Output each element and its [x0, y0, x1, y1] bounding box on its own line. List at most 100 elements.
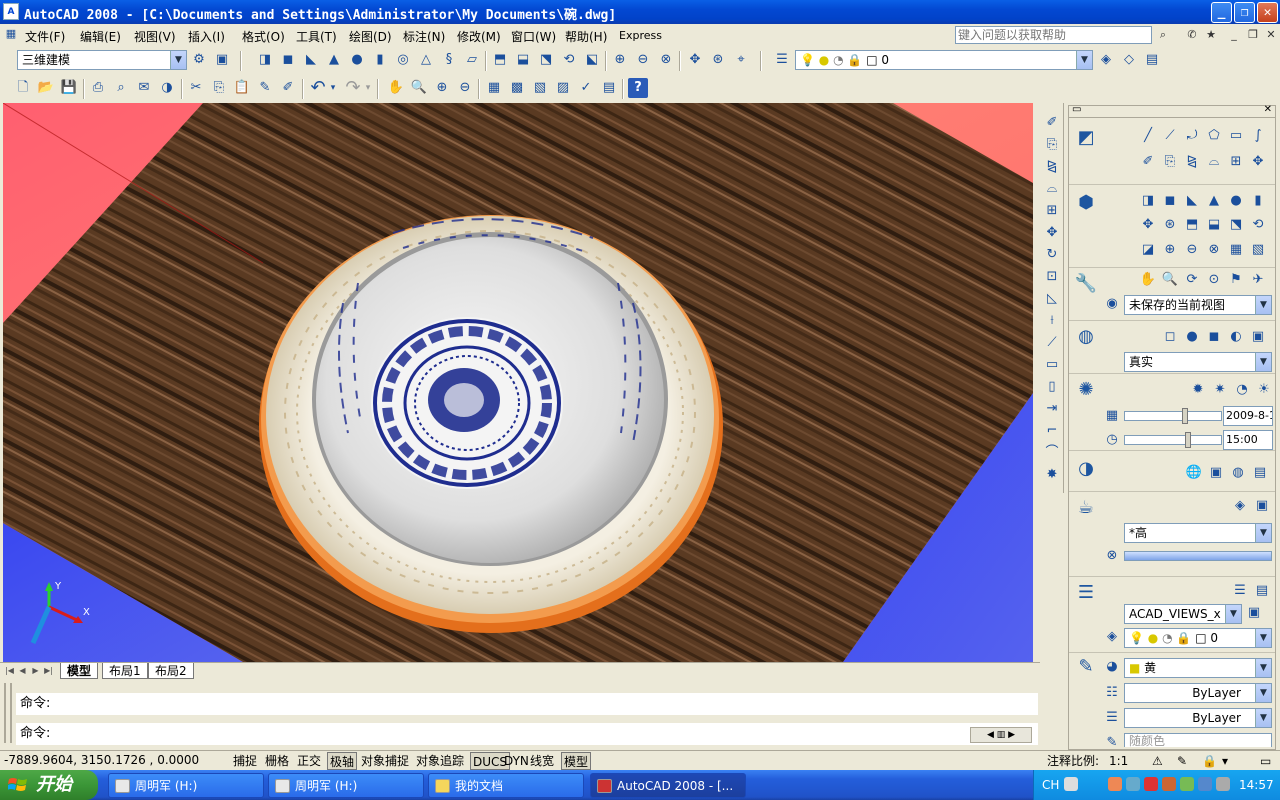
menu-draw[interactable]: 绘图(D)	[349, 28, 392, 45]
arc-icon[interactable]: ⤾	[1183, 127, 1201, 145]
render-exposure-slider[interactable]	[1124, 551, 1272, 561]
tray-app-icon[interactable]	[1126, 777, 1140, 791]
materials-control-icon[interactable]: ◑	[1073, 456, 1099, 482]
menu-insert[interactable]: 插入(I)	[188, 28, 225, 45]
lineweight-toggle[interactable]: 线宽	[528, 752, 556, 770]
workspace-select[interactable]: 三维建模 ▼	[17, 50, 187, 70]
drawing-viewport[interactable]: Y X	[3, 103, 1033, 662]
annotation-scale-value[interactable]: 1:1	[1107, 752, 1130, 770]
3d-move-icon[interactable]: ✥	[685, 50, 705, 70]
wedge-icon[interactable]: ◣	[301, 50, 321, 70]
revolve-icon[interactable]: ⟲	[559, 50, 579, 70]
input-language-indicator[interactable]: CH	[1042, 778, 1059, 792]
extrude-icon[interactable]: ⬒	[1183, 216, 1201, 234]
cut-icon[interactable]: ✂	[186, 78, 206, 98]
render-region-icon[interactable]: ▣	[1253, 497, 1271, 515]
annotation-visibility-icon[interactable]: ⚠	[1150, 752, 1165, 770]
cone-icon[interactable]: ▲	[324, 50, 344, 70]
intersect-icon[interactable]: ⊗	[656, 50, 676, 70]
sheet-set-manager-icon[interactable]: ▨	[553, 78, 573, 98]
favorites-star-icon[interactable]: ★	[1203, 27, 1219, 43]
menu-dimension[interactable]: 标注(N)	[403, 28, 445, 45]
erase-icon[interactable]: ✐	[1042, 113, 1062, 133]
chamfer-icon[interactable]: ⌐	[1042, 421, 1062, 441]
color-select[interactable]: ■ 黄 ▼	[1124, 658, 1272, 678]
menu-file[interactable]: 文件(F)	[25, 28, 65, 45]
save-icon[interactable]: 💾	[59, 78, 79, 98]
tray-app-icon[interactable]	[1108, 777, 1122, 791]
redo-icon[interactable]: ↷	[343, 78, 363, 98]
model-toggle[interactable]: 模型	[561, 752, 592, 770]
start-button[interactable]: 开始	[0, 770, 98, 800]
save-workspace-icon[interactable]: ▣	[212, 50, 232, 70]
lineweight-select[interactable]: ByLayer ▼	[1124, 708, 1272, 728]
make-current-layer-icon[interactable]: ◈	[1096, 50, 1116, 70]
polysolid-icon[interactable]: ◨	[255, 50, 275, 70]
auto-scale-icon[interactable]: ✎	[1175, 752, 1189, 770]
time-field[interactable]: 15:00	[1223, 430, 1273, 450]
date-slider[interactable]	[1124, 408, 1222, 424]
doc-minimize-button[interactable]: _	[1226, 27, 1242, 43]
layer-select[interactable]: 💡 ● ◔ 🔒 □ 0 ▼	[795, 50, 1093, 70]
slice-icon[interactable]: ◪	[1139, 241, 1157, 259]
presspull-icon[interactable]: ⬓	[513, 50, 533, 70]
osnap-toggle[interactable]: 对象捕捉	[359, 752, 411, 770]
array-icon[interactable]: ⊞	[1042, 201, 1062, 221]
box-icon[interactable]: ◼	[1161, 192, 1179, 210]
copy-object-icon[interactable]: ⎘	[1042, 135, 1062, 155]
make-current-layer-icon[interactable]: ◈	[1103, 628, 1121, 646]
spot-light-icon[interactable]: ✷	[1211, 381, 1229, 399]
layer-filter-settings-icon[interactable]: ▣	[1245, 604, 1263, 622]
visual-style-manager-icon[interactable]: ▣	[1249, 328, 1267, 346]
distant-light-icon[interactable]: ◔	[1233, 381, 1251, 399]
sphere-icon[interactable]: ●	[347, 50, 367, 70]
tool-palettes-icon[interactable]: ▧	[530, 78, 550, 98]
dyn-toggle[interactable]: DYN	[502, 752, 531, 770]
polysolid-icon[interactable]: ◨	[1139, 192, 1157, 210]
tab-model[interactable]: 模型	[60, 663, 99, 679]
menu-edit[interactable]: 编辑(E)	[80, 28, 121, 45]
last-tab-arrow[interactable]: ▶|	[43, 665, 54, 677]
command-grip[interactable]	[4, 683, 12, 743]
2d-wireframe-icon[interactable]: ◻	[1161, 328, 1179, 346]
match-properties-icon[interactable]: ✎	[255, 78, 275, 98]
torus-icon[interactable]: ◎	[393, 50, 413, 70]
join-icon[interactable]: ⇥	[1042, 399, 1062, 419]
sphere-icon[interactable]: ●	[1227, 192, 1245, 210]
sweep-icon[interactable]: ⬔	[1227, 216, 1245, 234]
sun-status-icon[interactable]: ☀	[1255, 381, 1273, 399]
materials-window-icon[interactable]: ▤	[1251, 464, 1269, 482]
tab-layout2[interactable]: 布局2	[148, 663, 194, 679]
subtract-icon[interactable]: ⊖	[1183, 241, 1201, 259]
move-icon[interactable]: ✥	[1042, 223, 1062, 243]
linetype-select[interactable]: ByLayer ▼	[1124, 683, 1272, 703]
menu-format[interactable]: 格式(O)	[242, 28, 285, 45]
box-icon[interactable]: ◼	[278, 50, 298, 70]
array-icon[interactable]: ⊞	[1227, 153, 1245, 171]
zoom-realtime-icon[interactable]: 🔍	[1161, 271, 1179, 289]
command-hscrollbar[interactable]: ◀ ▥ ▶	[970, 727, 1032, 743]
taskbar-item-drive-2[interactable]: 周明军 (H:)	[268, 773, 424, 798]
zoom-realtime-icon[interactable]: 🔍	[409, 78, 429, 98]
3d-rotate-icon[interactable]: ⊛	[1161, 216, 1179, 234]
layer-previous-icon[interactable]: ◇	[1119, 50, 1139, 70]
undo-icon[interactable]: ↶	[308, 78, 328, 98]
2d-draw-control-icon[interactable]: ◩	[1073, 125, 1099, 151]
copy-icon[interactable]: ⎘	[209, 78, 229, 98]
document-icon[interactable]: ▦	[2, 25, 20, 43]
break-at-point-icon[interactable]: ▭	[1042, 355, 1062, 375]
undo-dropdown-icon[interactable]: ▾	[328, 78, 338, 98]
polar-toggle[interactable]: 极轴	[327, 752, 358, 770]
flatshot-icon[interactable]: ▧	[1249, 241, 1267, 259]
menu-modify[interactable]: 修改(M)	[457, 28, 501, 45]
help-search-input[interactable]: 键入问题以获取帮助	[955, 26, 1152, 44]
grid-toggle[interactable]: 栅格	[263, 752, 291, 770]
pan-realtime-icon[interactable]: ✋	[386, 78, 406, 98]
point-light-icon[interactable]: ✹	[1189, 381, 1207, 399]
offset-icon[interactable]: ⌓	[1205, 153, 1223, 171]
extrude-icon[interactable]: ⬒	[490, 50, 510, 70]
extend-icon[interactable]: ⟋	[1042, 333, 1062, 353]
3d-make-control-icon[interactable]: ⬢	[1073, 190, 1099, 216]
stretch-icon[interactable]: ◺	[1042, 289, 1062, 309]
sweep-icon[interactable]: ⬔	[536, 50, 556, 70]
